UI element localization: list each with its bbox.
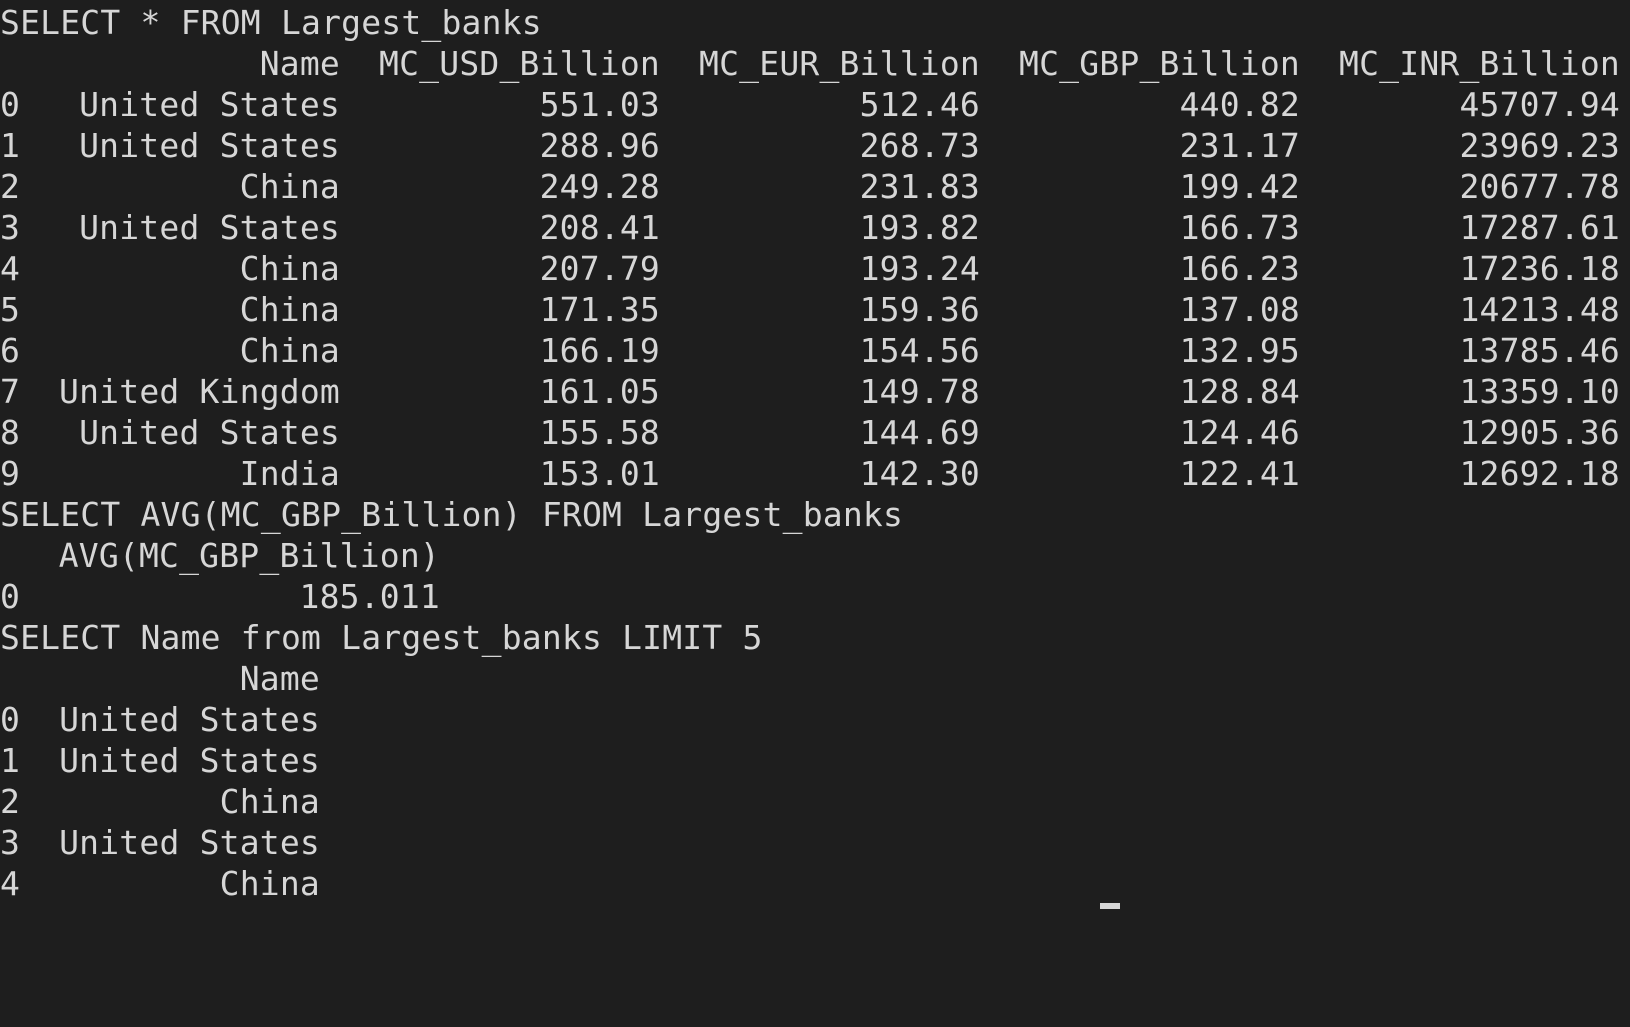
cell-usd: 208.41 xyxy=(539,208,660,247)
column-header-eur: MC_EUR_Billion xyxy=(699,44,980,83)
cell-inr: 17287.61 xyxy=(1459,208,1620,247)
cell-eur: 144.69 xyxy=(859,413,980,452)
cell-eur: 268.73 xyxy=(859,126,980,165)
cell-usd: 288.96 xyxy=(539,126,660,165)
cell-eur: 193.82 xyxy=(859,208,980,247)
cell-inr: 13785.46 xyxy=(1459,331,1620,370)
table-row: 3 United States 208.41 193.82 166.73 172… xyxy=(0,207,1630,248)
cell-name: China xyxy=(239,331,340,370)
cell-inr: 45707.94 xyxy=(1459,85,1620,124)
cell-gbp: 122.41 xyxy=(1179,454,1300,493)
table-row: 1 United States 288.96 268.73 231.17 239… xyxy=(0,125,1630,166)
cell-name: India xyxy=(239,454,340,493)
cell-gbp: 199.42 xyxy=(1179,167,1300,206)
column-header-gbp: MC_GBP_Billion xyxy=(1019,44,1300,83)
cell-eur: 149.78 xyxy=(859,372,980,411)
cell-eur: 231.83 xyxy=(859,167,980,206)
cell-gbp: 166.23 xyxy=(1179,249,1300,288)
table-row: 9 India 153.01 142.30 122.41 12692.18 xyxy=(0,453,1630,494)
cell-inr: 17236.18 xyxy=(1459,249,1620,288)
cell-name: China xyxy=(219,782,320,821)
table-row: 4 China 207.79 193.24 166.23 17236.18 xyxy=(0,248,1630,289)
cell-avg: 185.011 xyxy=(299,577,440,616)
cell-inr: 14213.48 xyxy=(1459,290,1620,329)
cell-inr: 23969.23 xyxy=(1459,126,1620,165)
cell-eur: 193.24 xyxy=(859,249,980,288)
terminal-output[interactable]: SELECT * FROM Largest_banks Name MC_USD_… xyxy=(0,2,1630,907)
cell-gbp: 137.08 xyxy=(1179,290,1300,329)
cell-name: China xyxy=(239,249,340,288)
cell-eur: 512.46 xyxy=(859,85,980,124)
query2-header-row: AVG(MC_GBP_Billion) xyxy=(0,535,1630,576)
cell-usd: 249.28 xyxy=(539,167,660,206)
cell-inr: 12905.36 xyxy=(1459,413,1620,452)
column-header-usd: MC_USD_Billion xyxy=(379,44,660,83)
cell-usd: 161.05 xyxy=(539,372,660,411)
query2-command-line: SELECT AVG(MC_GBP_Billion) FROM Largest_… xyxy=(0,494,1630,535)
table-row: 6 China 166.19 154.56 132.95 13785.46 xyxy=(0,330,1630,371)
cell-gbp: 132.95 xyxy=(1179,331,1300,370)
cell-eur: 154.56 xyxy=(859,331,980,370)
table-row: 4 China xyxy=(0,863,1630,904)
cell-eur: 159.36 xyxy=(859,290,980,329)
cell-name: United States xyxy=(59,741,320,780)
cell-gbp: 166.73 xyxy=(1179,208,1300,247)
column-header-name: Name xyxy=(259,44,340,83)
cell-gbp: 231.17 xyxy=(1179,126,1300,165)
table-row: 0 United States 551.03 512.46 440.82 457… xyxy=(0,84,1630,125)
cell-name: China xyxy=(239,290,340,329)
cell-name: United States xyxy=(79,126,340,165)
cell-gbp: 124.46 xyxy=(1179,413,1300,452)
query1-header-row: Name MC_USD_Billion MC_EUR_Billion MC_GB… xyxy=(0,43,1630,84)
table-row: 2 China xyxy=(0,781,1630,822)
cell-usd: 153.01 xyxy=(539,454,660,493)
table-row: 1 United States xyxy=(0,740,1630,781)
table-row: 0 185.011 xyxy=(0,576,1630,617)
cell-name: China xyxy=(239,167,340,206)
cell-name: United States xyxy=(79,208,340,247)
table-row: 2 China 249.28 231.83 199.42 20677.78 xyxy=(0,166,1630,207)
table-row: 5 China 171.35 159.36 137.08 14213.48 xyxy=(0,289,1630,330)
cell-name: United States xyxy=(79,413,340,452)
table-row: 8 United States 155.58 144.69 124.46 129… xyxy=(0,412,1630,453)
column-header-name: Name xyxy=(239,659,320,698)
cell-usd: 166.19 xyxy=(539,331,660,370)
query2-command: SELECT AVG(MC_GBP_Billion) FROM Largest_… xyxy=(0,495,904,534)
cell-inr: 12692.18 xyxy=(1459,454,1620,493)
cell-inr: 20677.78 xyxy=(1459,167,1620,206)
query1-command-line: SELECT * FROM Largest_banks xyxy=(0,2,1630,43)
text-cursor xyxy=(1100,903,1120,909)
column-header-avg: AVG(MC_GBP_Billion) xyxy=(58,536,440,575)
query3-command-line: SELECT Name from Largest_banks LIMIT 5 xyxy=(0,617,1630,658)
cell-inr: 13359.10 xyxy=(1459,372,1620,411)
cell-usd: 171.35 xyxy=(539,290,660,329)
query1-command: SELECT * FROM Largest_banks xyxy=(0,3,542,42)
cell-name: United States xyxy=(59,823,320,862)
cell-name: China xyxy=(219,864,320,903)
table-row: 7 United Kingdom 161.05 149.78 128.84 13… xyxy=(0,371,1630,412)
cell-name: United States xyxy=(59,700,320,739)
table-row: 0 United States xyxy=(0,699,1630,740)
cell-name: United States xyxy=(79,85,340,124)
query3-command: SELECT Name from Largest_banks LIMIT 5 xyxy=(0,618,763,657)
cell-eur: 142.30 xyxy=(859,454,980,493)
cell-gbp: 440.82 xyxy=(1179,85,1300,124)
cell-name: United Kingdom xyxy=(59,372,340,411)
cell-usd: 207.79 xyxy=(539,249,660,288)
column-header-inr: MC_INR_Billion xyxy=(1339,44,1620,83)
table-row: 3 United States xyxy=(0,822,1630,863)
cell-usd: 551.03 xyxy=(539,85,660,124)
cell-usd: 155.58 xyxy=(539,413,660,452)
cell-gbp: 128.84 xyxy=(1179,372,1300,411)
query3-header-row: Name xyxy=(0,658,1630,699)
